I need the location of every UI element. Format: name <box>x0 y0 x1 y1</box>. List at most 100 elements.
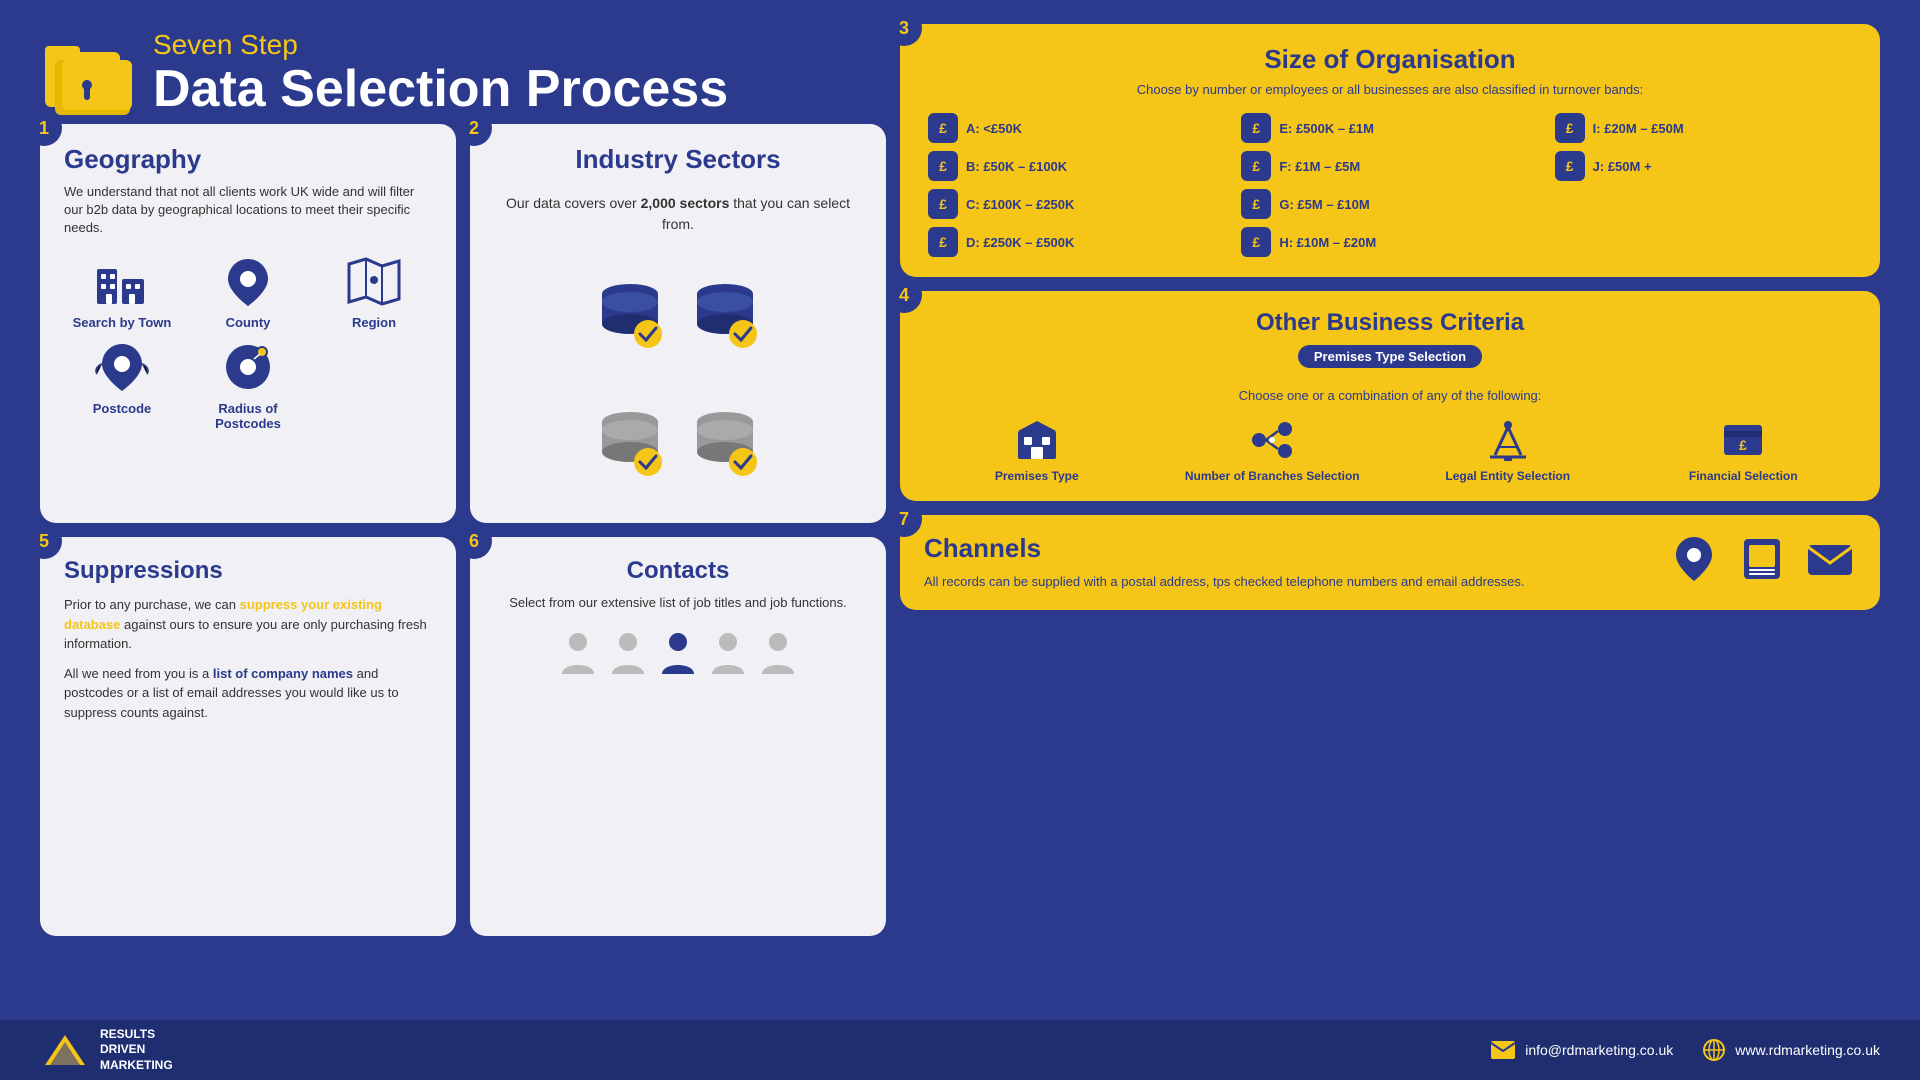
size-label-h: H: £10M – £20M <box>1279 235 1376 250</box>
geo-label-town: Search by Town <box>73 315 172 330</box>
step6-title: Contacts <box>494 557 862 585</box>
size-label-g: G: £5M – £10M <box>1279 197 1369 212</box>
person-icon-2 <box>609 629 647 679</box>
geo-label-region: Region <box>352 315 396 330</box>
size-item-j: £ J: £50M + <box>1555 151 1852 181</box>
step5-highlight2: list of company names <box>213 666 353 681</box>
folder-icon <box>40 32 135 117</box>
pound-icon-g: £ <box>1241 189 1271 219</box>
pound-icon-f: £ <box>1241 151 1271 181</box>
pound-icon-b: £ <box>928 151 958 181</box>
business-item-premises: Premises Type <box>924 417 1150 483</box>
geo-label-radius: Radius of Postcodes <box>190 401 306 431</box>
geo-item-postcode: Postcode <box>64 340 180 431</box>
step4-badge-label: Premises Type Selection <box>1298 345 1482 368</box>
step4-badge: 4 <box>886 277 922 313</box>
legal-icon <box>1485 417 1531 463</box>
header-subtitle: Seven Step <box>153 29 728 61</box>
geo-label-county: County <box>226 315 271 330</box>
database-icon-1 <box>593 280 668 350</box>
size-item-e: £ E: £500K – £1M <box>1241 113 1538 143</box>
step5-title: Suppressions <box>64 557 432 585</box>
step4-item-premises-label: Premises Type <box>995 469 1079 483</box>
pound-icon-e: £ <box>1241 113 1271 143</box>
pound-icon-a: £ <box>928 113 958 143</box>
rdm-logo-icon <box>40 1030 90 1070</box>
size-item-h: £ H: £10M – £20M <box>1241 227 1538 257</box>
postcode-icon <box>92 340 152 395</box>
size-grid: £ A: <£50K £ E: £500K – £1M £ I: £20M – … <box>928 113 1852 257</box>
step6-text: Select from our extensive list of job ti… <box>494 593 862 613</box>
size-label-i: I: £20M – £50M <box>1593 121 1684 136</box>
size-item-c: £ C: £100K – £250K <box>928 189 1225 219</box>
business-grid: Premises Type Number of Branches Selecti… <box>924 417 1856 483</box>
step5-text2: All we need from you is a list of compan… <box>64 664 432 723</box>
size-label-a: A: <£50K <box>966 121 1022 136</box>
person-icon-1 <box>559 629 597 679</box>
size-label-j: J: £50M + <box>1593 159 1652 174</box>
footer-email: info@rdmarketing.co.uk <box>1491 1041 1673 1059</box>
step4-title: Other Business Criteria <box>924 309 1856 337</box>
step2-title: Industry Sectors <box>494 144 862 175</box>
step6-badge: 6 <box>456 523 492 559</box>
pound-icon-i: £ <box>1555 113 1585 143</box>
branches-icon <box>1249 417 1295 463</box>
size-label-c: C: £100K – £250K <box>966 197 1074 212</box>
footer-logo-text: RESULTS DRIVEN MARKETING <box>100 1027 173 1074</box>
size-item-b: £ B: £50K – £100K <box>928 151 1225 181</box>
channel-phone-icon <box>1736 533 1788 585</box>
person-icon-4 <box>759 629 797 679</box>
geo-item-region: Region <box>316 254 432 330</box>
size-label-b: B: £50K – £100K <box>966 159 1067 174</box>
step4-item-branches-label: Number of Branches Selection <box>1185 469 1360 483</box>
step5-highlight1: suppress your existing database <box>64 597 382 632</box>
size-item-a: £ A: <£50K <box>928 113 1225 143</box>
step3-panel: 3 Size of Organisation Choose by number … <box>900 24 1880 277</box>
step6-panel: 6 Contacts Select from our extensive lis… <box>470 537 886 936</box>
header-title: Data Selection Process <box>153 61 728 118</box>
radius-icon <box>218 340 278 395</box>
size-item-g: £ G: £5M – £10M <box>1241 189 1538 219</box>
business-item-financial: £ Financial Selection <box>1631 417 1857 483</box>
geo-item-radius: Radius of Postcodes <box>190 340 306 431</box>
channel-location-icon <box>1668 533 1720 585</box>
pound-icon-d: £ <box>928 227 958 257</box>
person-icon-highlighted <box>659 629 697 679</box>
step4-item-legal-label: Legal Entity Selection <box>1445 469 1570 483</box>
premises-icon <box>1014 417 1060 463</box>
footer-email-label: info@rdmarketing.co.uk <box>1525 1042 1673 1058</box>
business-item-branches: Number of Branches Selection <box>1160 417 1386 483</box>
size-label-f: F: £1M – £5M <box>1279 159 1360 174</box>
step5-panel: 5 Suppressions Prior to any purchase, we… <box>40 537 456 936</box>
step1-title: Geography <box>64 144 432 175</box>
step1-description: We understand that not all clients work … <box>64 183 432 238</box>
footer-website-label: www.rdmarketing.co.uk <box>1735 1042 1880 1058</box>
footer: RESULTS DRIVEN MARKETING info@rdmarketin… <box>0 1020 1920 1080</box>
size-label-e: E: £500K – £1M <box>1279 121 1374 136</box>
pound-icon-j: £ <box>1555 151 1585 181</box>
step3-subtitle: Choose by number or employees or all bus… <box>928 81 1852 99</box>
geo-item-county: County <box>190 254 306 330</box>
channel-email-icon <box>1804 533 1856 585</box>
step5-badge: 5 <box>26 523 62 559</box>
geo-item-town: Search by Town <box>64 254 180 330</box>
header: Seven Step Data Selection Process <box>40 24 900 124</box>
step7-badge: 7 <box>886 501 922 537</box>
step2-panel: 2 Industry Sectors Our data covers over … <box>470 124 886 523</box>
footer-website: www.rdmarketing.co.uk <box>1703 1039 1880 1061</box>
geo-grid: Search by Town County <box>64 254 432 431</box>
step2-badge: 2 <box>456 110 492 146</box>
database-icons <box>494 255 862 375</box>
database-icons-row2 <box>494 383 862 503</box>
pound-icon-c: £ <box>928 189 958 219</box>
svg-text:£: £ <box>1739 437 1747 453</box>
channels-icons <box>1668 533 1856 585</box>
footer-globe-icon <box>1703 1039 1725 1061</box>
footer-logo-line2: DRIVEN <box>100 1042 173 1058</box>
business-item-legal: Legal Entity Selection <box>1395 417 1621 483</box>
step3-title: Size of Organisation <box>928 44 1852 75</box>
size-item-f: £ F: £1M – £5M <box>1241 151 1538 181</box>
database-icon-4 <box>688 408 763 478</box>
step1-panel: 1 Geography We understand that not all c… <box>40 124 456 523</box>
size-item-i: £ I: £20M – £50M <box>1555 113 1852 143</box>
